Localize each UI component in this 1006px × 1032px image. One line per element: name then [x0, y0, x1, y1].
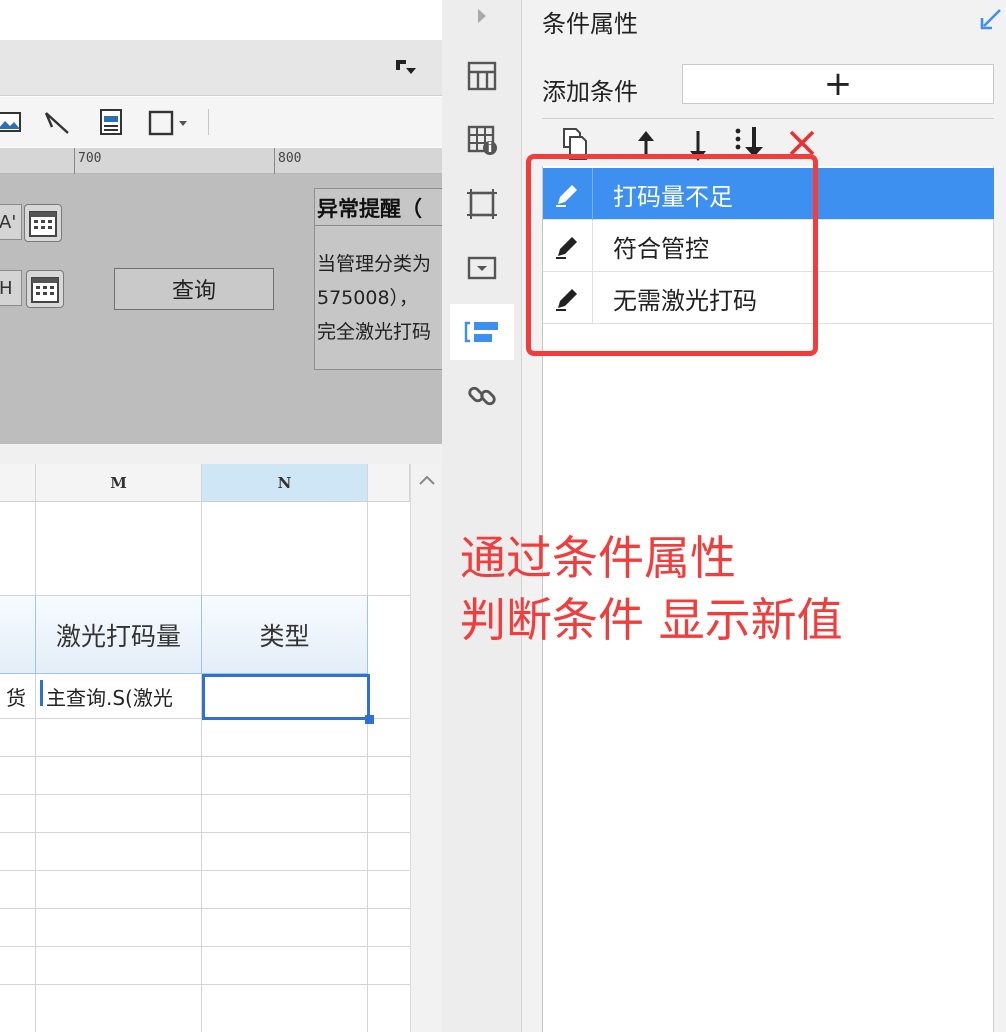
grid-line: [0, 794, 410, 795]
alert-line: 当管理分类为: [317, 253, 432, 275]
annotation-line-2: 判断条件 显示新值: [460, 593, 843, 647]
condition-attribute-icon[interactable]: [450, 304, 514, 360]
spreadsheet-grid: M N 激光打码量 类型 货 主查询.S(激光: [0, 464, 410, 1032]
grid-line: [0, 870, 410, 871]
query-button[interactable]: 查询: [114, 268, 274, 310]
selected-cell[interactable]: [202, 674, 370, 720]
alert-panel[interactable]: 异常提醒（ 当管理分类为 575008）， 完全激光打码: [314, 188, 442, 370]
alert-divider: [315, 225, 442, 226]
cell-info-icon[interactable]: [450, 112, 514, 168]
ruler-tick: [274, 148, 275, 174]
ruler-label: 700: [78, 151, 102, 166]
horizontal-ruler: 700 800: [0, 148, 442, 174]
grid-line: [0, 832, 410, 833]
panel-title: 条件属性: [542, 10, 638, 38]
column-header-empty: [368, 464, 410, 502]
grid-line: [0, 984, 410, 985]
add-condition-label: 添加条件: [542, 78, 638, 106]
calendar-icon[interactable]: [24, 204, 62, 242]
cell-marker: [40, 680, 43, 706]
column-header-l[interactable]: [0, 464, 36, 502]
border-dropdown-icon[interactable]: [146, 107, 196, 137]
row-layout-icon[interactable]: [450, 48, 514, 104]
calendar-icon[interactable]: [26, 270, 64, 308]
alert-line: 575008），: [317, 287, 419, 309]
slash-icon[interactable]: [42, 107, 72, 137]
data-cell-formula[interactable]: 主查询.S(激光: [40, 674, 200, 718]
alert-title: 异常提醒（: [317, 197, 422, 221]
ruler-tick: [74, 148, 75, 174]
column-header-n[interactable]: N: [202, 464, 368, 502]
collapse-panel-icon[interactable]: [394, 58, 418, 78]
column-header-m[interactable]: M: [36, 464, 202, 502]
area-separator: [0, 444, 442, 464]
designer-title-bar: [0, 40, 442, 96]
image-icon[interactable]: [0, 107, 24, 137]
frame-icon[interactable]: [450, 176, 514, 232]
time-param-field[interactable]: H: [0, 270, 22, 306]
grid-line: [0, 908, 410, 909]
expand-arrow-icon[interactable]: [450, 0, 514, 44]
widget-icon[interactable]: [450, 240, 514, 296]
grid-line: [201, 502, 202, 1032]
header-cell-laser-count[interactable]: 激光打码量: [36, 596, 202, 674]
grid-line: [0, 756, 410, 757]
property-icon-rail: [442, 0, 522, 1032]
top-strip: [0, 0, 442, 40]
fill-handle[interactable]: [365, 715, 374, 724]
dock-arrow-icon[interactable]: [978, 6, 1004, 32]
toolbar-divider: [208, 109, 209, 135]
ruler-label: 800: [278, 151, 302, 166]
grid-line: [367, 502, 368, 1032]
alert-line: 完全激光打码: [317, 321, 432, 343]
designer-toolbar: [0, 97, 442, 147]
add-condition-button[interactable]: +: [682, 64, 994, 104]
grid-line: [35, 502, 36, 1032]
date-param-field[interactable]: A': [0, 204, 22, 240]
highlight-annotation-box: [526, 154, 818, 356]
annotation-line-1: 通过条件属性: [460, 531, 736, 585]
vertical-scrollbar[interactable]: [410, 464, 442, 1032]
header-cell-type[interactable]: 类型: [202, 596, 368, 674]
header-cell[interactable]: [0, 596, 36, 674]
document-icon[interactable]: [96, 107, 126, 137]
grid-line: [0, 946, 410, 947]
report-designer: 700 800 A' H 查询 异常提醒（ 当管理分类为 575008）， 完全…: [0, 0, 442, 1032]
hyperlink-icon[interactable]: [450, 368, 514, 424]
data-cell[interactable]: 货: [0, 674, 36, 718]
scroll-up-icon[interactable]: [415, 470, 439, 494]
